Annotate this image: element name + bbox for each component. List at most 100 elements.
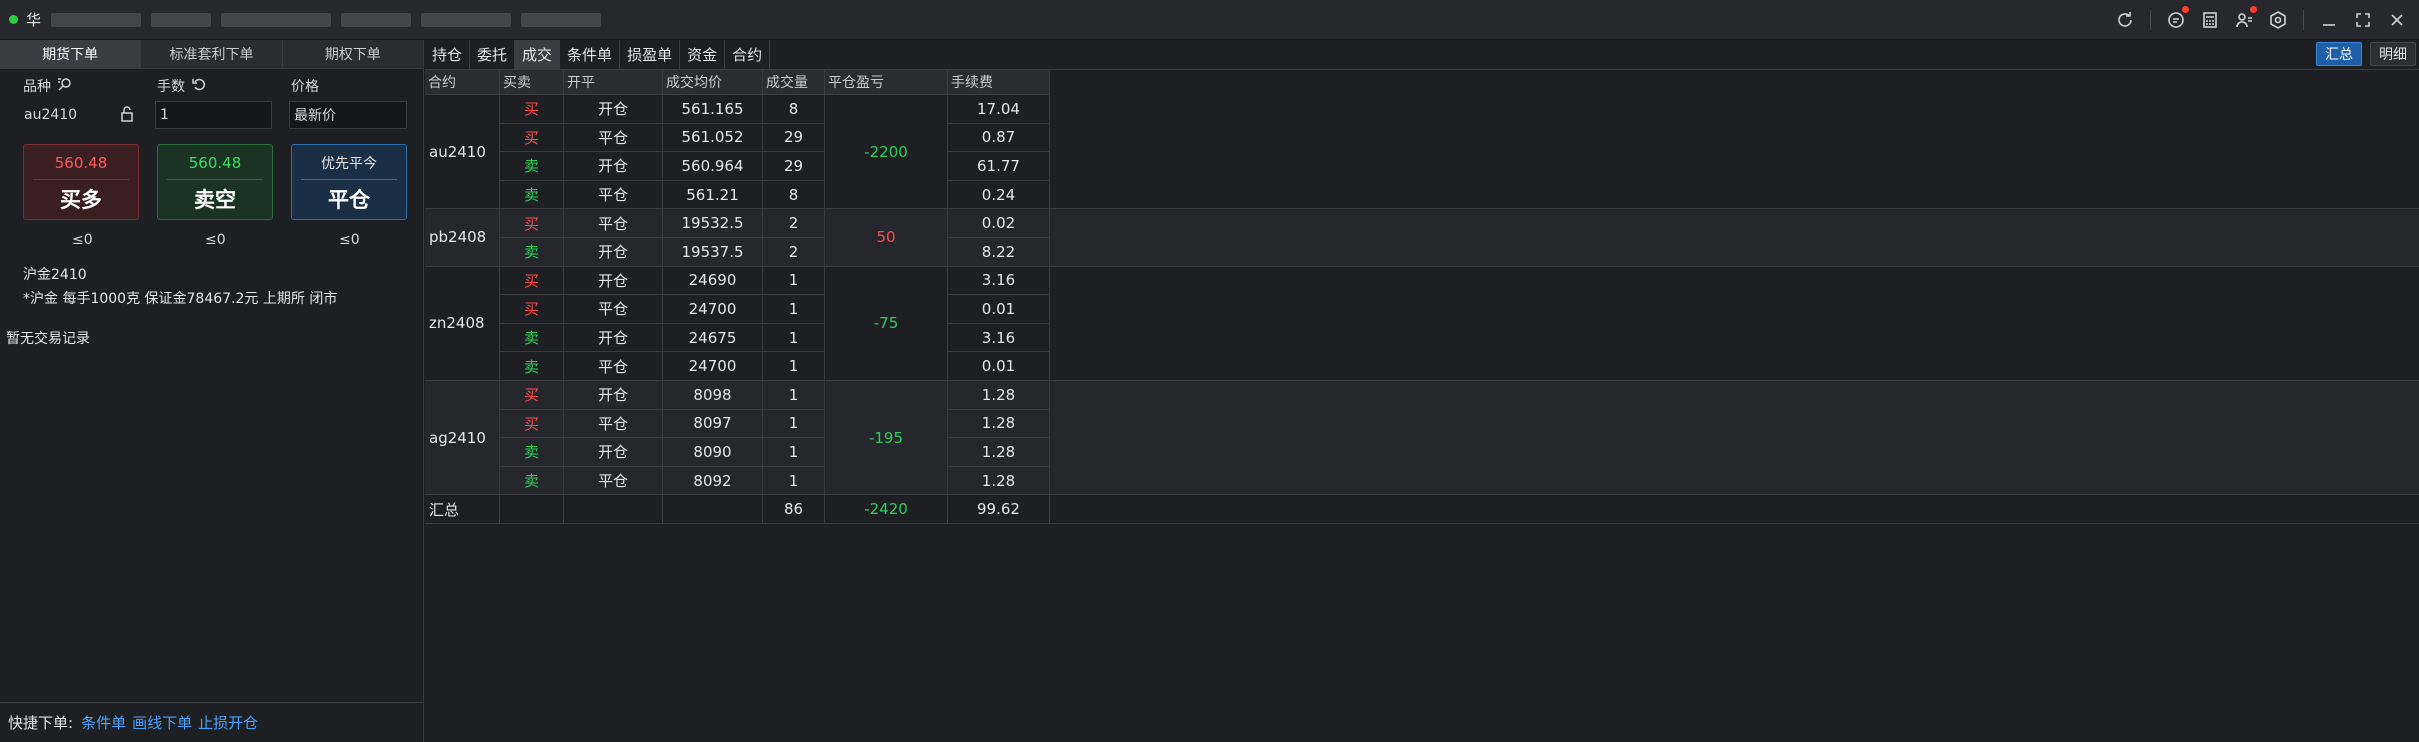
lock-icon[interactable] xyxy=(120,106,134,126)
contract-info: *沪金 每手1000克 保证金78467.2元 上期所 闭市 xyxy=(23,291,338,307)
col-fee[interactable]: 手续费 xyxy=(948,70,1050,95)
close-limit: ≤0 xyxy=(339,232,360,248)
tab-funds[interactable]: 资金 xyxy=(680,40,726,69)
price-select[interactable]: 最新价 xyxy=(289,101,407,129)
title-bar: 华 xyxy=(0,0,2419,40)
variety-label-text: 品种 xyxy=(23,79,51,95)
close-icon[interactable] xyxy=(2381,4,2413,36)
volume-cell: 8 xyxy=(763,95,825,124)
volume-cell: 2 xyxy=(763,209,825,238)
contract-group: pb2408 50 买平仓 19532.5 2 0.02 卖开仓 19537.5 2 8.22 xyxy=(425,209,2419,267)
quick-order-bar: 快捷下单: 条件单 画线下单 止损开仓 xyxy=(0,702,423,742)
total-price-cell xyxy=(663,495,763,524)
contract-group: zn2408 -75 买开仓 24690 1 3.16 买平仓 24700 1 0.01 卖开仓 24… xyxy=(425,266,2419,381)
open-close-cell: 平仓 xyxy=(564,123,663,153)
close-position-button[interactable]: 优先平今 平仓 xyxy=(291,144,407,220)
volume-cell: 1 xyxy=(763,381,825,410)
contract-cell[interactable]: zn2408 xyxy=(425,266,500,381)
buy-long-label: 买多 xyxy=(60,187,102,212)
open-close-cell: 平仓 xyxy=(564,409,663,439)
quick-order-label: 快捷下单: xyxy=(8,714,74,732)
stop-loss-open-link[interactable]: 止损开仓 xyxy=(198,712,258,733)
sell-short-label: 卖空 xyxy=(194,187,236,212)
contract-cell[interactable]: ag2410 xyxy=(425,381,500,496)
contract-group: au2410 -2200 买开仓 561.165 8 17.04 买平仓 561.052 29 0… xyxy=(425,95,2419,210)
avg-price-cell: 561.21 xyxy=(663,180,763,210)
message-icon[interactable] xyxy=(2160,4,2192,36)
redacted-text xyxy=(521,12,602,27)
variety-input[interactable]: au2410 xyxy=(20,101,137,129)
trade-panel: 持仓 委托 成交 条件单 损盈单 资金 合约 汇总 明细 合约 买卖 开平 成交… xyxy=(425,40,2419,742)
buy-limit: ≤0 xyxy=(72,232,93,248)
volume-cell: 29 xyxy=(763,152,825,181)
contract-cell[interactable]: pb2408 xyxy=(425,209,500,267)
conditional-order-link[interactable]: 条件单 xyxy=(81,712,126,733)
tab-orders[interactable]: 委托 xyxy=(470,40,516,69)
view-toggle: 汇总 明细 xyxy=(2316,42,2419,66)
col-open-close[interactable]: 开平 xyxy=(564,70,663,95)
avg-price-cell: 24675 xyxy=(663,323,763,353)
reset-icon[interactable] xyxy=(191,76,207,96)
sell-price: 560.48 xyxy=(188,153,242,172)
refresh-icon[interactable] xyxy=(2109,4,2141,36)
maximize-icon[interactable] xyxy=(2347,4,2379,36)
avg-price-cell: 24700 xyxy=(663,352,763,381)
lots-input[interactable]: 1 xyxy=(155,101,272,129)
calculator-icon[interactable] xyxy=(2194,4,2226,36)
sell-limit: ≤0 xyxy=(205,232,226,248)
tab-trades[interactable]: 成交 xyxy=(515,40,561,69)
tab-contracts[interactable]: 合约 xyxy=(725,40,771,69)
minimize-icon[interactable] xyxy=(2313,4,2345,36)
redacted-text xyxy=(51,12,142,27)
open-close-cell: 开仓 xyxy=(564,381,663,410)
volume-cell: 1 xyxy=(763,466,825,496)
fee-cell: 0.01 xyxy=(948,295,1050,324)
col-contract[interactable]: 合约 xyxy=(425,70,500,95)
sell-short-button[interactable]: 560.48 卖空 xyxy=(157,144,273,220)
close-pnl-cell: -2200 xyxy=(825,95,948,210)
col-volume[interactable]: 成交量 xyxy=(763,70,825,95)
fee-cell: 3.16 xyxy=(948,323,1050,353)
volume-cell: 2 xyxy=(763,237,825,267)
tab-stop-profit-loss[interactable]: 损盈单 xyxy=(620,40,681,69)
variety-value: au2410 xyxy=(24,107,78,123)
open-close-cell: 开仓 xyxy=(564,95,663,124)
open-close-cell: 平仓 xyxy=(564,209,663,238)
col-side[interactable]: 买卖 xyxy=(500,70,564,95)
tab-conditional[interactable]: 条件单 xyxy=(560,40,621,69)
line-order-link[interactable]: 画线下单 xyxy=(132,712,192,733)
tab-positions[interactable]: 持仓 xyxy=(425,40,471,69)
close-priority: 优先平今 xyxy=(321,155,377,172)
side-cell: 买 xyxy=(500,409,564,439)
settings-icon[interactable] xyxy=(2262,4,2294,36)
contract-cell[interactable]: au2410 xyxy=(425,95,500,210)
col-close-pnl[interactable]: 平仓盈亏 xyxy=(825,70,948,95)
avg-price-cell: 24700 xyxy=(663,295,763,324)
avg-price-cell: 19537.5 xyxy=(663,237,763,267)
tab-futures-order[interactable]: 期货下单 xyxy=(0,40,142,68)
buy-long-button[interactable]: 560.48 买多 xyxy=(23,144,139,220)
volume-cell: 1 xyxy=(763,438,825,467)
col-avg-price[interactable]: 成交均价 xyxy=(663,70,763,95)
fee-cell: 1.28 xyxy=(948,409,1050,439)
search-icon[interactable] xyxy=(57,76,73,96)
tab-options-order[interactable]: 期权下单 xyxy=(282,40,423,68)
summary-button[interactable]: 汇总 xyxy=(2316,42,2362,66)
trade-tabs: 持仓 委托 成交 条件单 损盈单 资金 合约 xyxy=(425,40,771,69)
detail-button[interactable]: 明细 xyxy=(2370,42,2416,66)
tab-arbitrage-order[interactable]: 标准套利下单 xyxy=(141,40,283,68)
side-cell: 买 xyxy=(500,123,564,153)
fee-cell: 61.77 xyxy=(948,152,1050,181)
side-cell: 卖 xyxy=(500,352,564,381)
fee-cell: 0.02 xyxy=(948,209,1050,238)
notification-dot xyxy=(2182,6,2189,13)
close-pnl-cell: -75 xyxy=(825,266,948,381)
side-cell: 卖 xyxy=(500,466,564,496)
fee-cell: 1.28 xyxy=(948,381,1050,410)
user-icon[interactable] xyxy=(2228,4,2260,36)
app-title: 华 xyxy=(26,11,42,29)
volume-cell: 1 xyxy=(763,323,825,353)
side-cell: 卖 xyxy=(500,237,564,267)
close-position-label: 平仓 xyxy=(328,187,370,212)
fee-cell: 8.22 xyxy=(948,237,1050,267)
